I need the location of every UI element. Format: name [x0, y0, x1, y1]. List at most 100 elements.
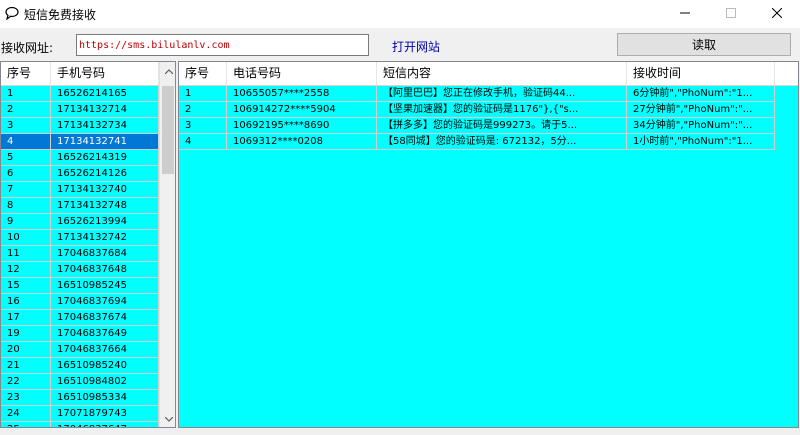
scroll-up-arrow[interactable]: [160, 62, 175, 79]
phone-number: 17046837649: [51, 326, 159, 342]
row-index: 16: [1, 294, 51, 310]
received-time: 1小时前","PhoNum":"1...: [627, 134, 775, 150]
scroll-thumb[interactable]: [162, 86, 174, 174]
table-row[interactable]: 6 16526214126: [1, 166, 175, 182]
phone-number: 17134132742: [51, 230, 159, 246]
sms-list-header: 序号 电话号码 短信内容 接收时间: [179, 62, 798, 86]
column-header-index[interactable]: 序号: [179, 62, 227, 85]
phone-number: 17134132734: [51, 118, 159, 134]
row-index: 7: [1, 182, 51, 198]
row-index: 4: [179, 134, 227, 150]
phone-number: 17134132748: [51, 198, 159, 214]
row-index: 6: [1, 166, 51, 182]
column-header-time[interactable]: 接收时间: [627, 62, 775, 85]
url-label: 接收网址:: [1, 41, 54, 55]
table-row[interactable]: 3 17134132734: [1, 118, 175, 134]
phone-number: 16510984802: [51, 374, 159, 390]
phone-number: 16526213994: [51, 214, 159, 230]
sms-content: 【拼多多】您的验证码是999273。请于5...: [377, 118, 627, 134]
phone-number: 17046837674: [51, 310, 159, 326]
sms-content: 【阿里巴巴】您正在修改手机，验证码44...: [377, 86, 627, 102]
sms-content: 【58同城】您的验证码是: 672132，5分...: [377, 134, 627, 150]
read-button[interactable]: 读取: [617, 33, 791, 56]
table-row[interactable]: 8 17134132748: [1, 198, 175, 214]
table-row[interactable]: 23 16510985334: [1, 390, 175, 406]
sender-number: 10655057****2558: [227, 86, 377, 102]
sender-number: 1069312****0208: [227, 134, 377, 150]
phone-number: 17046837648: [51, 262, 159, 278]
row-index: 25: [1, 422, 51, 427]
phone-number: 16526214319: [51, 150, 159, 166]
close-icon: [771, 7, 783, 21]
phone-number: 16510985240: [51, 358, 159, 374]
row-index: 15: [1, 278, 51, 294]
table-row[interactable]: 15 16510985245: [1, 278, 175, 294]
sms-message-list[interactable]: 序号 电话号码 短信内容 接收时间 1 10655057****2558 【阿里巴巴…: [178, 61, 799, 428]
received-time: 6分钟前","PhoNum":"1...: [627, 86, 775, 102]
row-index: 24: [1, 406, 51, 422]
phone-number: 16526214126: [51, 166, 159, 182]
table-row[interactable]: 11 17046837684: [1, 246, 175, 262]
phone-number: 17134132740: [51, 182, 159, 198]
minimize-icon: [680, 8, 690, 21]
phone-number: 17046837664: [51, 342, 159, 358]
table-row[interactable]: 4 1069312****0208 【58同城】您的验证码是: 672132，5分.…: [179, 134, 798, 150]
open-website-link[interactable]: 打开网站: [392, 38, 440, 55]
table-row[interactable]: 2 17134132714: [1, 102, 175, 118]
row-index: 4: [1, 134, 51, 150]
table-row[interactable]: 1 10655057****2558 【阿里巴巴】您正在修改手机，验证码44... 6…: [179, 86, 798, 102]
received-time: 34分钟前","PhoNum":"...: [627, 118, 775, 134]
table-row[interactable]: 24 17071879743: [1, 406, 175, 422]
row-index: 8: [1, 198, 51, 214]
title-bar[interactable]: 短信免费接收: [0, 0, 800, 28]
row-index: 1: [1, 86, 51, 102]
column-header-phone[interactable]: 电话号码: [227, 62, 377, 85]
phone-number-list[interactable]: 序号 手机号码 1 16526214165 2 17134132714 3 1713413…: [0, 61, 176, 428]
phone-number: 17046837647: [51, 422, 159, 427]
table-row[interactable]: 5 16526214319: [1, 150, 175, 166]
table-row[interactable]: 21 16510985240: [1, 358, 175, 374]
table-row[interactable]: 12 17046837648: [1, 262, 175, 278]
table-row[interactable]: 10 17134132742: [1, 230, 175, 246]
close-button[interactable]: [754, 0, 800, 28]
row-index: 5: [1, 150, 51, 166]
phone-list-scrollbar[interactable]: [159, 62, 175, 427]
sms-list-rows: 1 10655057****2558 【阿里巴巴】您正在修改手机，验证码44... 6…: [179, 86, 798, 427]
table-row[interactable]: 7 17134132740: [1, 182, 175, 198]
column-header-index[interactable]: 序号: [1, 62, 51, 85]
table-row[interactable]: 2 106914272****5904 【坚果加速器】您的验证码是1176"},{"…: [179, 102, 798, 118]
row-index: 20: [1, 342, 51, 358]
column-header-content[interactable]: 短信内容: [377, 62, 627, 85]
row-index: 1: [179, 86, 227, 102]
row-index: 2: [1, 102, 51, 118]
row-index: 11: [1, 246, 51, 262]
minimize-button[interactable]: [662, 0, 708, 28]
table-row[interactable]: 4 17134132741: [1, 134, 175, 150]
sms-content: 【坚果加速器】您的验证码是1176"},{"s...: [377, 102, 627, 118]
table-row[interactable]: 3 10692195****8690 【拼多多】您的验证码是999273。请于5..…: [179, 118, 798, 134]
table-row[interactable]: 16 17046837694: [1, 294, 175, 310]
row-index: 17: [1, 310, 51, 326]
scroll-down-arrow[interactable]: [160, 410, 175, 427]
table-row[interactable]: 2517046837647: [1, 422, 175, 427]
table-row[interactable]: 22 16510984802: [1, 374, 175, 390]
row-index: 12: [1, 262, 51, 278]
app-window: 短信免费接收 接收网址: 打开网站 读取 序号 手机号码 11652621416…: [0, 0, 800, 435]
chevron-down-icon: [164, 412, 173, 425]
phone-number: 17046837684: [51, 246, 159, 262]
maximize-button[interactable]: [708, 0, 754, 28]
table-row[interactable]: 1 16526214165: [1, 86, 175, 102]
row-index: 22: [1, 374, 51, 390]
table-row[interactable]: 17 17046837674: [1, 310, 175, 326]
phone-number: 17071879743: [51, 406, 159, 422]
received-time: 27分钟前","PhoNum":"...: [627, 102, 775, 118]
table-row[interactable]: 19 17046837649: [1, 326, 175, 342]
table-row[interactable]: 9 16526213994: [1, 214, 175, 230]
column-header-phone[interactable]: 手机号码: [51, 62, 159, 85]
table-row[interactable]: 20 17046837664: [1, 342, 175, 358]
row-index: 2: [179, 102, 227, 118]
phone-number: 16510985245: [51, 278, 159, 294]
url-input[interactable]: [76, 34, 369, 56]
phone-list-header: 序号 手机号码: [1, 62, 175, 86]
row-index: 9: [1, 214, 51, 230]
